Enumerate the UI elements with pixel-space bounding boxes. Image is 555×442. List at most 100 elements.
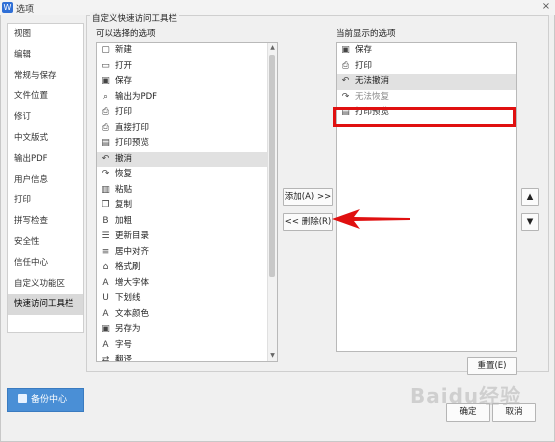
undo-icon: ↶ [101,153,110,164]
backup-icon [18,394,27,403]
list-item[interactable]: ☰ 更新目录 [97,229,277,245]
list-item-label: 更新目录 [115,231,150,241]
list-item-label: 翻译 [115,355,133,362]
center-align-icon: ≡ [101,246,110,257]
list-item-label: 打印 [115,107,133,117]
list-item-label: 打印 [355,60,373,71]
current-options-list[interactable]: ▣ 保存 ⎙ 打印 ↶ 无法撤消 ↷ 无法恢复 ▤ 打印预览 [336,42,517,352]
list-item[interactable]: A 文本颜色 [97,307,277,323]
list-item[interactable]: A 增大字体 [97,276,277,292]
list-item[interactable]: ⇄ 翻译 [97,353,277,362]
list-item-label: 下划线 [115,293,141,303]
list-item-label: 新建 [115,45,133,55]
list-item-label: 增大字体 [115,277,150,288]
list-item-label: 格式刷 [115,262,141,272]
list-item[interactable]: U 下划线 [97,291,277,307]
pointer-arrow-icon [332,209,410,229]
save-icon: ▣ [341,45,350,55]
move-up-button[interactable]: ▲ [521,188,539,206]
list-item[interactable]: ↷ 恢复 [97,167,277,183]
move-down-button[interactable]: ▼ [521,213,539,231]
format-painter-icon: ⌂ [102,262,109,272]
list-item-label: 另存为 [115,324,141,334]
available-list-scrollbar[interactable]: ▲ ▼ [267,43,277,361]
backup-center-label: 备份中心 [31,395,68,405]
reset-button[interactable]: 重置(E) [467,357,517,375]
list-item-label: 直接打印 [115,122,150,133]
new-doc-icon: ▢ [101,45,110,55]
nav-item[interactable]: 信任中心 [8,253,83,274]
scroll-down-icon[interactable]: ▼ [268,351,277,361]
print-preview-icon: ▤ [101,138,110,148]
list-item[interactable]: ↶ 撤消 [97,151,277,167]
list-item-label: 输出为PDF [115,91,158,102]
list-item[interactable]: ⎙ 打印 [337,59,516,75]
list-item-label: 加粗 [115,215,133,226]
bold-icon: B [102,215,109,226]
list-item-label: 保存 [115,76,133,86]
title-bar: W 选项 × [0,0,555,16]
available-options-list[interactable]: ▢ 新建 ▭ 打开 ▣ 保存 ⌕ 输出为PDF ⎙ 打印 ⎙ 直接打印 ▤ 打印预览 ↶ 撤消 ↷ 恢复 ▥ 粘贴 ❐ 复… [96,42,278,362]
backup-center-button[interactable]: 备份中心 [7,388,84,412]
nav-item[interactable]: 文件位置 [8,86,83,107]
list-item-label: 无法恢复 [355,91,390,102]
list-item-label: 无法撤消 [355,76,390,86]
list-item[interactable]: A 字号 [97,338,277,354]
direct-print-icon: ⎙ [101,122,110,133]
nav-item[interactable]: 视图 [8,24,83,45]
settings-nav: 视图 编辑 常规与保存 文件位置 修订 中文版式 输出PDF 用户信息 打印 拼写检查 安全性 信任中… [7,23,84,333]
app-icon: W [2,2,13,13]
nav-item[interactable]: 编辑 [8,45,83,66]
list-item-label: 文本颜色 [115,308,150,319]
nav-item[interactable]: 拼写检查 [8,211,83,232]
list-item[interactable]: ⎙ 直接打印 [97,121,277,137]
underline-icon: U [102,293,109,303]
nav-item[interactable]: 快速访问工具栏 [8,294,83,316]
nav-item[interactable]: 自定义功能区 [8,274,83,295]
copy-icon: ❐ [101,200,110,210]
list-item[interactable]: ≡ 居中对齐 [97,245,277,261]
add-button[interactable]: 添加(A) >> [283,188,333,206]
list-item[interactable]: B 加粗 [97,214,277,230]
increase-font-icon: A [102,277,109,288]
list-item[interactable]: ▥ 粘贴 [97,183,277,199]
list-item-label: 打印预览 [115,138,150,148]
nav-item[interactable]: 用户信息 [8,170,83,191]
printer-icon: ⎙ [341,60,350,71]
list-item[interactable]: ▢ 新建 [97,43,277,59]
nav-item[interactable]: 修订 [8,107,83,128]
scroll-thumb[interactable] [269,55,275,277]
list-item[interactable]: ↷ 无法恢复 [337,90,516,106]
close-button[interactable]: × [539,1,553,13]
scroll-up-icon[interactable]: ▲ [268,43,277,53]
redo-icon: ↷ [341,91,350,102]
available-options-label: 可以选择的选项 [96,29,156,39]
translate-icon: ⇄ [101,355,110,362]
list-item[interactable]: ⎙ 打印 [97,105,277,121]
list-item-label: 居中对齐 [115,246,150,257]
list-item[interactable]: ❐ 复制 [97,198,277,214]
list-item-label: 打开 [115,60,133,71]
list-item[interactable]: ▭ 打开 [97,59,277,75]
list-item[interactable]: ↶ 无法撤消 [337,74,516,90]
list-item-label: 撤消 [115,153,133,164]
folder-open-icon: ▭ [101,60,110,71]
list-item[interactable]: ▤ 打印预览 [97,136,277,152]
save-icon: ▣ [101,76,110,86]
list-item-label: 保存 [355,45,373,55]
nav-item[interactable]: 安全性 [8,232,83,253]
list-item[interactable]: ▣ 另存为 [97,322,277,338]
nav-item[interactable]: 输出PDF [8,149,83,170]
list-item-label: 复制 [115,200,133,210]
remove-button[interactable]: << 删除(R) [283,213,333,231]
list-item[interactable]: ⌂ 格式刷 [97,260,277,276]
text-color-icon: A [102,308,109,319]
list-item[interactable]: ▣ 保存 [97,74,277,90]
current-options-label: 当前显示的选项 [336,29,396,39]
list-item[interactable]: ▣ 保存 [337,43,516,59]
nav-item[interactable]: 中文版式 [8,128,83,149]
nav-item[interactable]: 常规与保存 [8,66,83,87]
nav-item[interactable]: 打印 [8,190,83,211]
list-item[interactable]: ⌕ 输出为PDF [97,90,277,106]
printer-icon: ⎙ [101,107,110,117]
